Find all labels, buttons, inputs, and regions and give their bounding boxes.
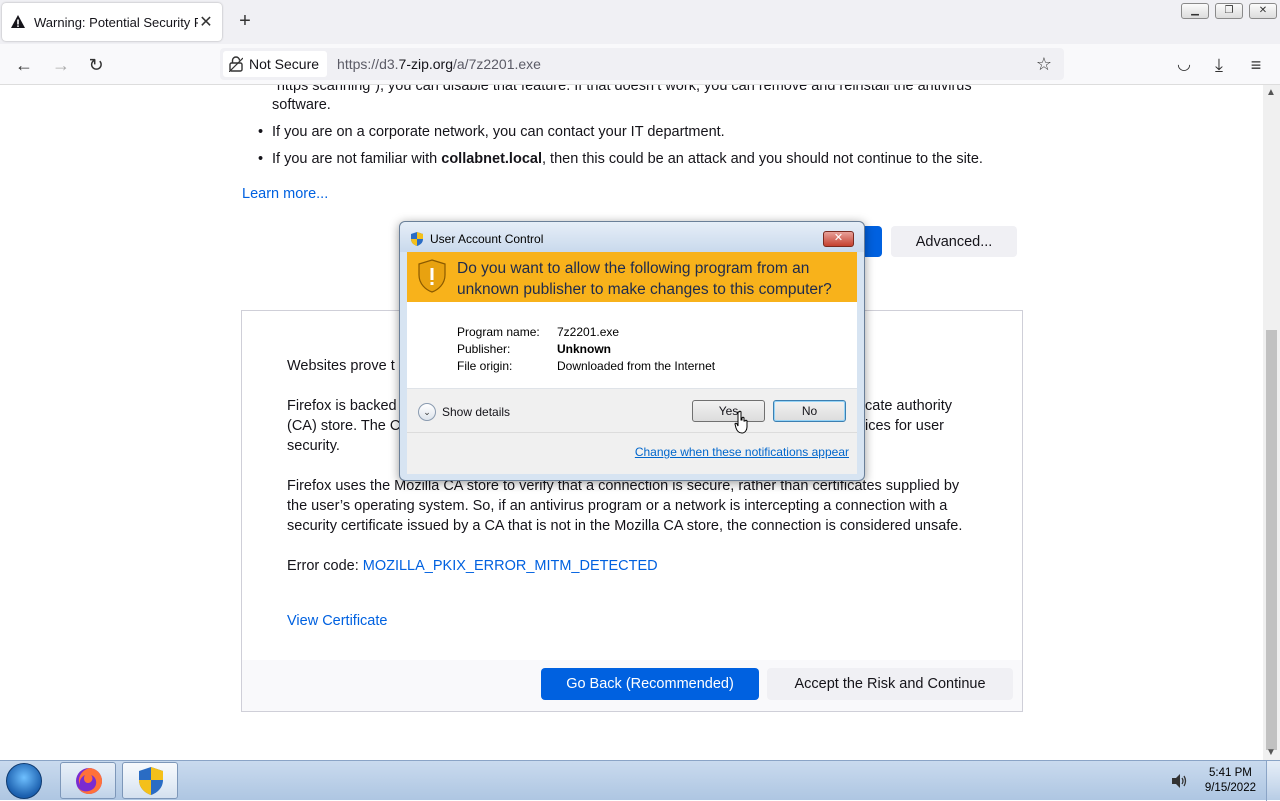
change-notifications-link[interactable]: Change when these notifications appear <box>635 445 849 459</box>
pocket-icon[interactable]: ◡ <box>1173 54 1195 76</box>
tab-active[interactable]: Warning: Potential Security Risk ✕ <box>2 3 222 41</box>
scroll-down-icon[interactable]: ▼ <box>1266 747 1276 758</box>
chevron-down-icon[interactable]: ⌄ <box>418 403 436 421</box>
program-name-label: Program name: <box>457 325 540 339</box>
error-code: Error code: MOZILLA_PKIX_ERROR_MITM_DETE… <box>287 558 658 574</box>
tab-close-icon[interactable]: ✕ <box>198 12 214 32</box>
go-back-button[interactable]: Go Back (Recommended) <box>541 668 759 700</box>
bullet-dot: • <box>258 151 264 167</box>
view-certificate-link[interactable]: View Certificate <box>287 611 387 631</box>
tab-strip: Warning: Potential Security Risk ✕ + ▁ ❐… <box>0 0 1280 44</box>
bullet-dot: • <box>258 124 264 140</box>
uac-title: User Account Control <box>430 232 544 246</box>
bullet-corporate: If you are on a corporate network, you c… <box>272 124 725 140</box>
warning-shield-icon <box>418 259 446 293</box>
mouse-pointer-icon <box>734 410 748 434</box>
advanced-text: cate authority <box>865 398 953 414</box>
warning-icon <box>11 15 25 28</box>
minimize-button[interactable]: ▁ <box>1181 3 1209 19</box>
bookmark-star-icon[interactable]: ☆ <box>1036 54 1052 75</box>
error-code-link[interactable]: MOZILLA_PKIX_ERROR_MITM_DETECTED <box>363 558 658 574</box>
uac-actions: ⌄ Show details Yes No Change when these … <box>407 389 857 474</box>
publisher-label: Publisher: <box>457 342 511 356</box>
uac-warning-banner: Do you want to allow the following progr… <box>407 252 857 302</box>
divider <box>407 432 857 433</box>
advanced-text: (CA) store. The C <box>287 418 401 434</box>
uac-titlebar[interactable]: User Account Control ✕ <box>400 222 864 252</box>
forward-icon[interactable]: → <box>50 54 72 76</box>
advanced-text: ices for user <box>865 418 944 434</box>
learn-more-link[interactable]: Learn more... <box>242 184 328 204</box>
advanced-text: security. <box>287 438 340 454</box>
new-tab-button[interactable]: + <box>234 10 256 33</box>
clock-date: 9/15/2022 <box>1204 782 1256 794</box>
window-close-button[interactable]: ✕ <box>1249 3 1277 19</box>
taskbar-uac[interactable] <box>122 762 178 799</box>
panel-footer: Go Back (Recommended) Accept the Risk an… <box>242 660 1022 711</box>
url-bar[interactable]: Not Secure https://d3.7-zip.org/a/7z2201… <box>220 48 1064 80</box>
page-scrollbar[interactable]: ▲ ▼ <box>1263 85 1280 760</box>
restore-button[interactable]: ❐ <box>1215 3 1243 19</box>
system-clock[interactable]: 5:41 PM 9/15/2022 <box>1205 766 1256 796</box>
no-button[interactable]: No <box>773 400 846 422</box>
taskbar-firefox[interactable] <box>60 762 116 799</box>
file-origin-value: Downloaded from the Internet <box>557 359 716 373</box>
speaker-icon[interactable] <box>1170 772 1188 790</box>
show-desktop-button[interactable] <box>1266 761 1280 801</box>
fragment-text-line2: software. <box>272 97 331 113</box>
yes-button[interactable]: Yes <box>692 400 765 422</box>
clock-time: 5:41 PM <box>1209 767 1252 779</box>
uac-question: Do you want to allow the following progr… <box>457 260 832 298</box>
taskbar: 5:41 PM 9/15/2022 <box>0 760 1280 801</box>
navigation-toolbar: ← → ↻ Not Secure https://d3.7-zip.org/a/… <box>0 44 1280 85</box>
uac-shield-icon <box>411 232 423 246</box>
not-secure-indicator[interactable]: Not Secure <box>223 51 328 77</box>
url-text[interactable]: https://d3.7-zip.org/a/7z2201.exe <box>337 56 541 72</box>
tab-title: Warning: Potential Security Risk <box>34 14 198 30</box>
start-button[interactable] <box>6 763 42 799</box>
downloads-icon[interactable]: ⤓ <box>1208 54 1230 76</box>
program-name-value: 7z2201.exe <box>557 325 620 339</box>
back-icon[interactable]: ← <box>13 54 35 76</box>
broken-lock-icon <box>229 56 243 72</box>
show-details-toggle[interactable]: Show details <box>442 405 510 419</box>
uac-close-button[interactable]: ✕ <box>823 231 854 247</box>
firefox-icon <box>76 768 102 794</box>
advanced-text: Websites prove t <box>287 358 395 374</box>
reload-icon[interactable]: ↻ <box>85 54 107 76</box>
uac-dialog: User Account Control ✕ Do you want to al… <box>399 221 865 481</box>
advanced-button[interactable]: Advanced... <box>891 226 1017 257</box>
menu-icon[interactable]: ≡ <box>1245 54 1267 76</box>
advanced-text: Firefox is backed <box>287 398 397 414</box>
advanced-text: security certificate issued by a CA that… <box>287 518 963 534</box>
uac-body: Do you want to allow the following progr… <box>407 252 857 474</box>
file-origin-label: File origin: <box>457 359 513 373</box>
not-secure-label: Not Secure <box>249 56 320 72</box>
fragment-text-line1: “https scanning”), you can disable that … <box>272 85 972 94</box>
scroll-thumb[interactable] <box>1266 330 1277 750</box>
uac-shield-icon <box>139 767 163 795</box>
publisher-value: Unknown <box>557 342 611 356</box>
scroll-up-icon[interactable]: ▲ <box>1266 87 1276 98</box>
accept-risk-button[interactable]: Accept the Risk and Continue <box>767 668 1013 700</box>
bullet-attack: If you are not familiar with collabnet.l… <box>272 151 983 167</box>
advanced-text: the user’s operating system. So, if an a… <box>287 498 948 514</box>
